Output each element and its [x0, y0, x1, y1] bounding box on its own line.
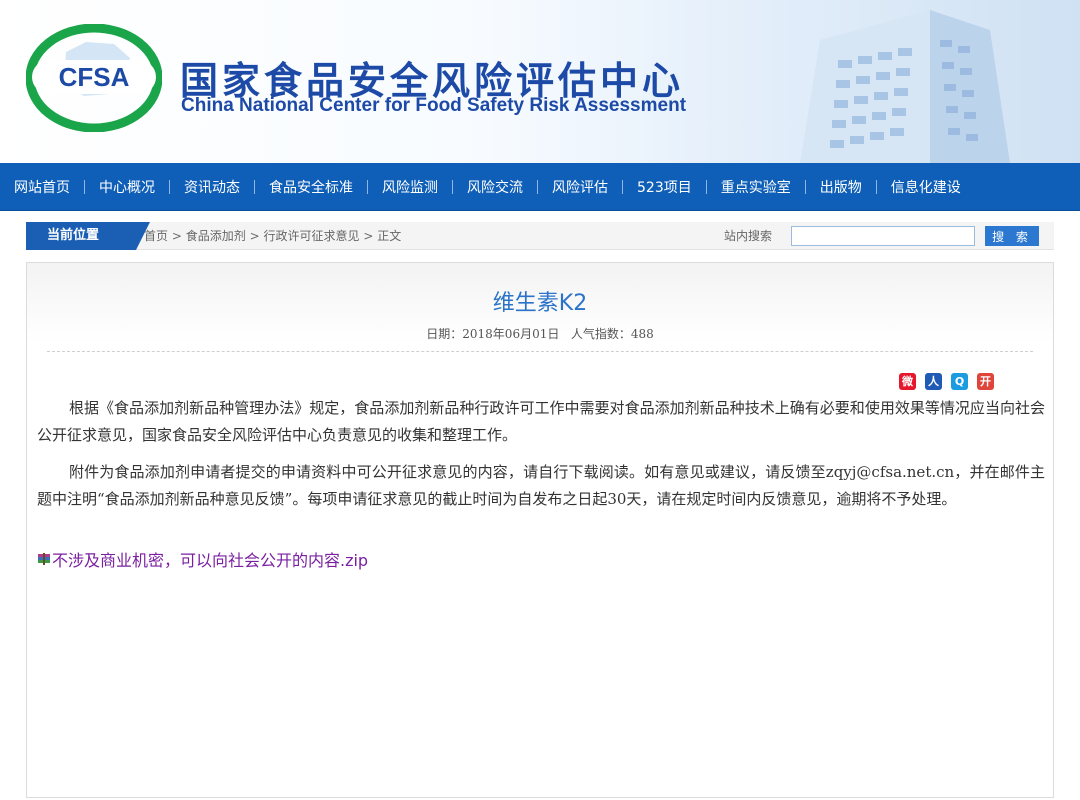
site-header: CFSA 国家食品安全风险评估中心 China National Center …	[0, 0, 1080, 163]
nav-divider	[537, 180, 538, 194]
nav-link-project-523[interactable]: 523项目	[637, 177, 692, 197]
article-paragraph-1: 根据《食品添加剂新品种管理办法》规定，食品添加剂新品种行政许可工作中需要对食品添…	[37, 399, 1045, 444]
nav-item-news: 资讯动态	[184, 177, 269, 197]
title-divider	[47, 351, 1033, 352]
breadcrumb-current: 正文	[377, 229, 402, 243]
breadcrumb: 首页 > 食品添加剂 > 行政许可征求意见 > 正文	[144, 222, 401, 250]
nav-divider	[622, 180, 623, 194]
nav-link-monitoring[interactable]: 风险监测	[382, 177, 438, 197]
views-label: 人气指数：	[570, 327, 631, 341]
nav-link-key-lab[interactable]: 重点实验室	[721, 177, 791, 197]
article-panel: 维生素K2 日期：2018年06月01日 人气指数：488 微 人 Q 开 根据…	[26, 262, 1054, 798]
search-button[interactable]: 搜 索	[985, 226, 1039, 246]
breadcrumb-food-additives[interactable]: 食品添加剂	[186, 229, 246, 243]
nav-item-standards: 食品安全标准	[269, 177, 382, 197]
nav-item-home: 网站首页	[14, 177, 99, 197]
zip-file-icon	[38, 553, 50, 565]
location-bar: 当前位置 首页 > 食品添加剂 > 行政许可征求意见 > 正文 站内搜索 搜 索	[26, 222, 1054, 250]
nav-item-communication: 风险交流	[467, 177, 552, 197]
article-meta: 日期：2018年06月01日 人气指数：488	[27, 325, 1053, 342]
nav-link-news[interactable]: 资讯动态	[184, 177, 240, 197]
share-icons: 微 人 Q 开	[899, 373, 994, 390]
breadcrumb-permit-consultation[interactable]: 行政许可征求意见	[263, 229, 359, 243]
weibo-icon[interactable]: 微	[899, 373, 916, 390]
cfsa-logo[interactable]: CFSA	[26, 24, 162, 132]
main-nav: 网站首页 中心概况 资讯动态 食品安全标准 风险监测 风险交流 风险评估 523…	[0, 163, 1080, 211]
nav-divider	[875, 180, 877, 194]
nav-divider	[254, 180, 255, 194]
nav-item-project-523: 523项目	[637, 177, 721, 197]
renren-icon[interactable]: 人	[925, 373, 942, 390]
nav-link-assessment[interactable]: 风险评估	[552, 177, 608, 197]
article-views: 488	[630, 327, 654, 341]
nav-divider	[169, 180, 170, 194]
nav-link-publications[interactable]: 出版物	[820, 177, 862, 197]
nav-divider	[804, 180, 806, 194]
article-date: 2018年06月01日	[462, 327, 560, 341]
nav-divider	[367, 180, 368, 194]
nav-divider	[84, 180, 85, 194]
nav-link-standards[interactable]: 食品安全标准	[269, 177, 353, 197]
nav-item-publications: 出版物	[820, 177, 891, 197]
nav-item-about: 中心概况	[99, 177, 184, 197]
nav-link-home[interactable]: 网站首页	[14, 177, 70, 197]
svg-text:CFSA: CFSA	[59, 62, 130, 92]
nav-link-informatization[interactable]: 信息化建设	[891, 177, 961, 197]
breadcrumb-separator: >	[171, 229, 182, 243]
attachment-name: 不涉及商业机密，可以向社会公开的内容.zip	[52, 551, 369, 570]
date-label: 日期：	[426, 327, 463, 341]
breadcrumb-home[interactable]: 首页	[144, 229, 168, 243]
site-title-en: China National Center for Food Safety Ri…	[181, 95, 687, 116]
nav-divider	[452, 180, 453, 194]
nav-item-informatization: 信息化建设	[891, 177, 961, 197]
site-search-label: 站内搜索	[724, 229, 773, 243]
site-search-input[interactable]	[791, 226, 975, 246]
nav-divider	[705, 180, 707, 194]
nav-item-assessment: 风险评估	[552, 177, 637, 197]
building-image	[800, 10, 1010, 163]
article-title: 维生素K2	[492, 291, 588, 316]
current-location-tab: 当前位置	[26, 222, 150, 250]
kaixin-icon[interactable]: 开	[977, 373, 994, 390]
nav-link-communication[interactable]: 风险交流	[467, 177, 523, 197]
breadcrumb-separator: >	[249, 229, 260, 243]
article-paragraph-2: 附件为食品添加剂申请者提交的申请资料中可公开征求意见的内容，请自行下载阅读。如有…	[37, 463, 1045, 508]
nav-item-key-lab: 重点实验室	[721, 177, 820, 197]
nav-link-about[interactable]: 中心概况	[99, 177, 155, 197]
qzone-icon[interactable]: Q	[951, 373, 968, 390]
attachment-link[interactable]: 不涉及商业机密，可以向社会公开的内容.zip	[38, 547, 368, 571]
nav-item-monitoring: 风险监测	[382, 177, 467, 197]
breadcrumb-separator: >	[363, 229, 374, 243]
